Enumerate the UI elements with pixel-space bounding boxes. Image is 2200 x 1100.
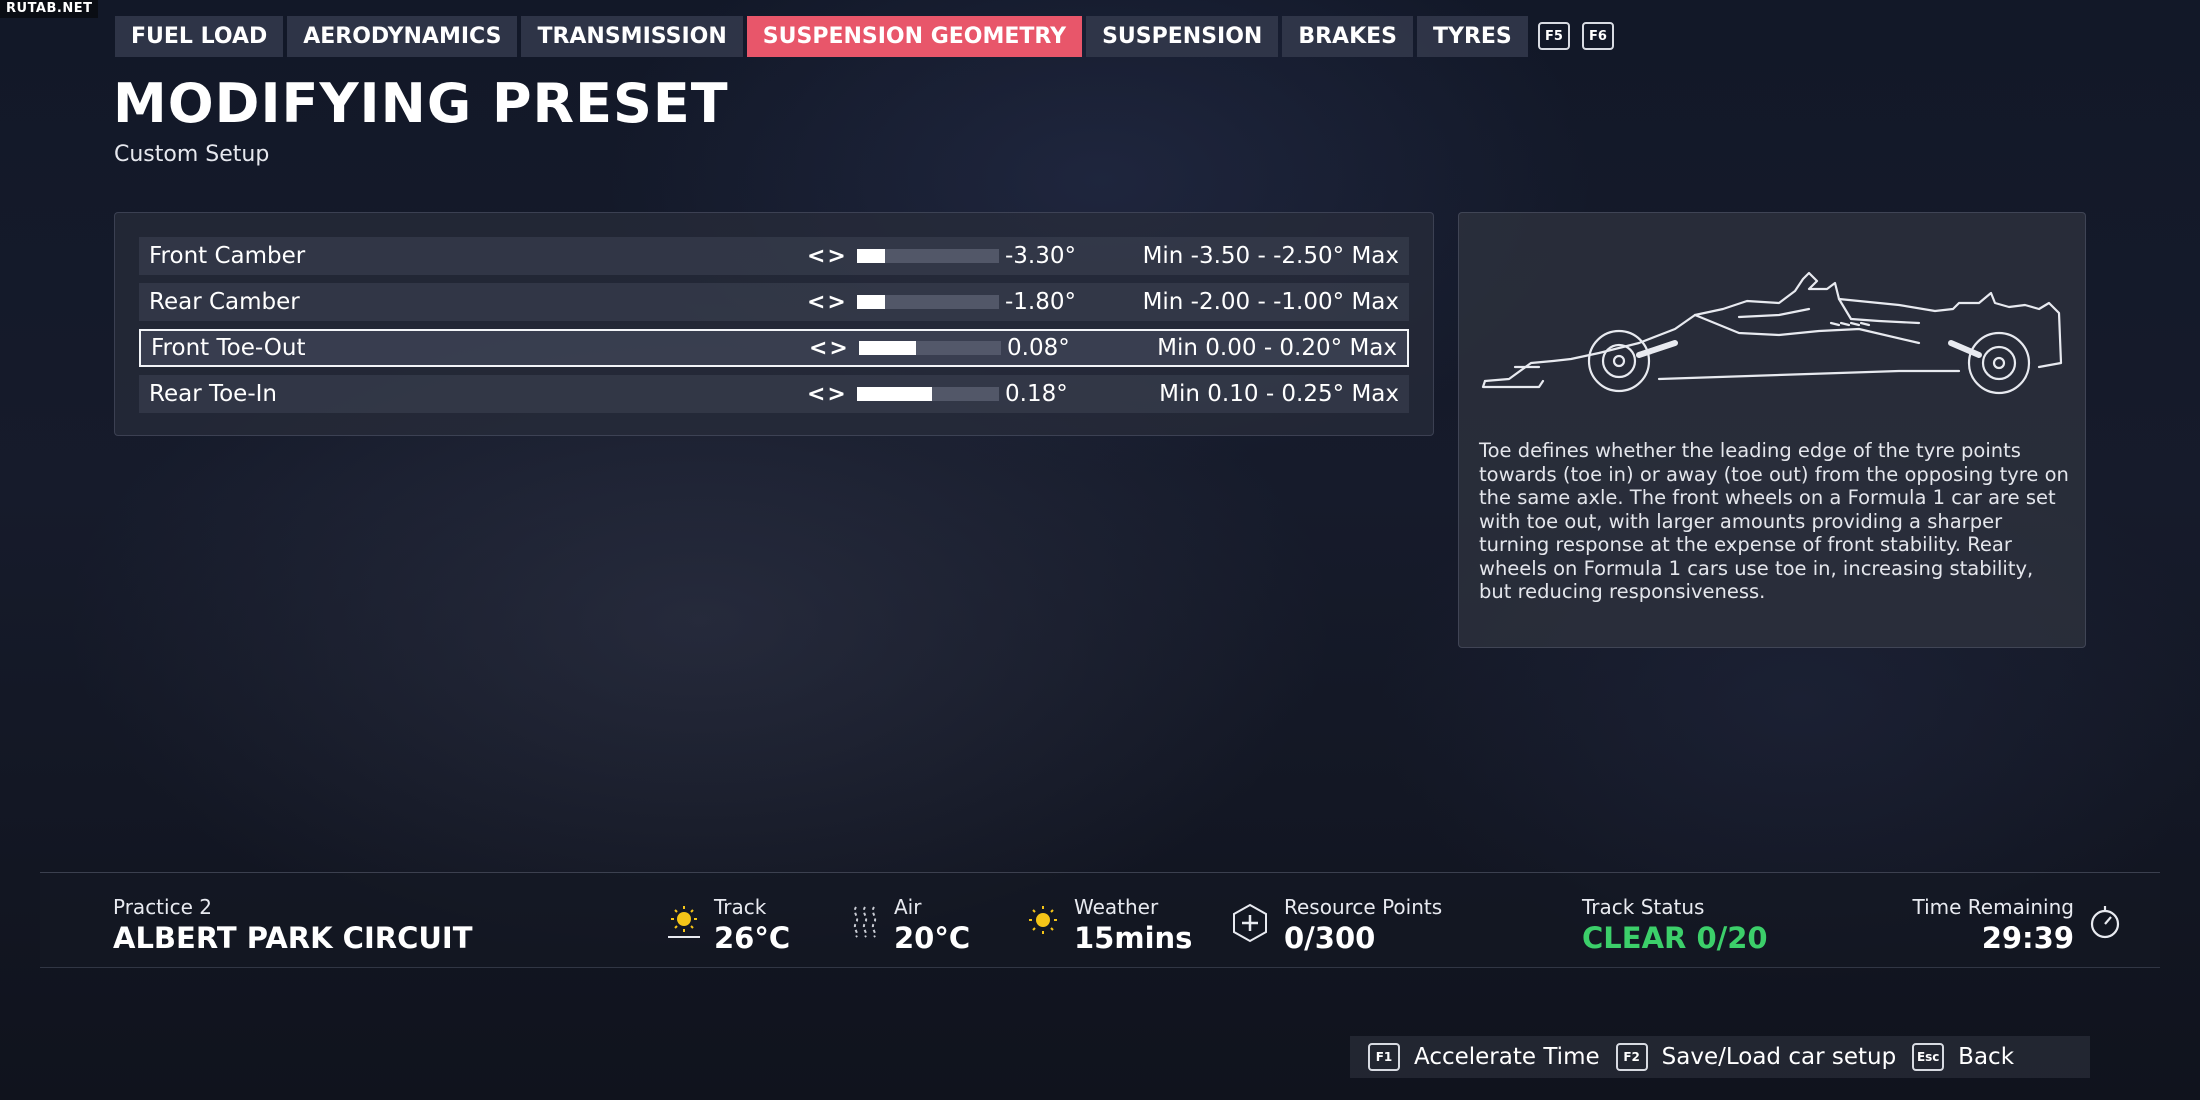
adjust-arrows-icon[interactable]: <>	[807, 382, 848, 407]
slider-fill	[857, 249, 886, 263]
setting-row-rear-camber[interactable]: Rear Camber <> -1.80° Min -2.00 - -1.00°…	[139, 283, 1409, 321]
tab-transmission[interactable]: TRANSMISSION	[521, 16, 743, 57]
back-label: Back	[1958, 1044, 2015, 1070]
weather-sun-icon	[1029, 906, 1057, 934]
air-temp-label: Air	[894, 895, 922, 919]
track-temp-value: 26°C	[714, 921, 791, 955]
air-heat-icon	[853, 906, 877, 938]
f2-key-hint: F2	[1615, 1043, 1648, 1071]
track-status-label: Track Status	[1582, 895, 1705, 919]
setting-value: 0.18°	[1005, 381, 1068, 407]
watermark: RUTAB.NET	[0, 0, 99, 18]
tab-aerodynamics[interactable]: AERODYNAMICS	[287, 16, 518, 57]
save-load-setup-button[interactable]: F2 Save/Load car setup	[1615, 1043, 1897, 1071]
setting-value: -3.30°	[1005, 243, 1077, 269]
tab-key-hints: F5 F6	[1538, 22, 1614, 50]
time-remaining: Time Remaining 29:39	[1864, 895, 2074, 955]
tab-fuel-load[interactable]: FUEL LOAD	[115, 16, 284, 57]
resource-points-icon	[1233, 903, 1267, 943]
sun-icon	[668, 906, 700, 938]
setting-label: Rear Camber	[149, 289, 300, 315]
back-button[interactable]: Esc Back	[1912, 1043, 2014, 1071]
track-temperature: Track 26°C	[714, 895, 790, 955]
weather-value: 15mins	[1074, 921, 1193, 955]
accelerate-time-button[interactable]: F1 Accelerate Time	[1368, 1043, 1600, 1071]
setting-row-front-toe-out[interactable]: Front Toe-Out <> 0.08° Min 0.00 - 0.20° …	[139, 329, 1409, 367]
circuit-name: ALBERT PARK CIRCUIT	[113, 921, 473, 955]
info-description: Toe defines whether the leading edge of …	[1479, 439, 2069, 603]
tab-bar: FUEL LOAD AERODYNAMICS TRANSMISSION SUSP…	[115, 16, 1528, 57]
info-panel: Toe defines whether the leading edge of …	[1458, 212, 2086, 648]
slider-fill	[859, 341, 916, 355]
setting-range: Min -3.50 - -2.50° Max	[1142, 243, 1399, 269]
setting-range: Min 0.00 - 0.20° Max	[1157, 335, 1397, 361]
setting-label: Rear Toe-In	[149, 381, 277, 407]
air-temp-value: 20°C	[894, 921, 971, 955]
save-load-setup-label: Save/Load car setup	[1661, 1044, 1897, 1070]
f5-key-hint[interactable]: F5	[1538, 22, 1570, 50]
setting-value: 0.08°	[1007, 335, 1070, 361]
tab-brakes[interactable]: BRAKES	[1282, 16, 1413, 57]
time-remaining-value: 29:39	[1981, 921, 2074, 955]
adjust-arrows-icon[interactable]: <>	[807, 290, 848, 315]
weather: Weather 15mins	[1074, 895, 1192, 955]
settings-panel: Front Camber <> -3.30° Min -3.50 - -2.50…	[114, 212, 1434, 436]
stopwatch-icon	[2090, 906, 2120, 939]
accelerate-time-label: Accelerate Time	[1414, 1044, 1600, 1070]
slider-fill	[857, 387, 933, 401]
session-status-bar: Practice 2 ALBERT PARK CIRCUIT Track 26°…	[40, 872, 2160, 968]
setting-label: Front Camber	[149, 243, 306, 269]
setting-value: -1.80°	[1005, 289, 1077, 315]
esc-key-hint: Esc	[1912, 1043, 1945, 1071]
resource-points-label: Resource Points	[1284, 895, 1443, 919]
value-slider[interactable]	[857, 387, 999, 401]
setting-row-rear-toe-in[interactable]: Rear Toe-In <> 0.18° Min 0.10 - 0.25° Ma…	[139, 375, 1409, 413]
f1-key-hint: F1	[1368, 1043, 1400, 1071]
weather-label: Weather	[1074, 895, 1159, 919]
track-status: Track Status CLEAR 0/20	[1582, 895, 1768, 955]
session-label: Practice 2	[113, 895, 212, 919]
tab-suspension[interactable]: SUSPENSION	[1086, 16, 1279, 57]
setting-range: Min 0.10 - 0.25° Max	[1159, 381, 1399, 407]
f1-car-diagram-icon	[1481, 271, 2063, 395]
adjust-arrows-icon[interactable]: <>	[809, 336, 850, 361]
resource-points: Resource Points 0/300	[1284, 895, 1442, 955]
setting-row-front-camber[interactable]: Front Camber <> -3.30° Min -3.50 - -2.50…	[139, 237, 1409, 275]
setting-label: Front Toe-Out	[151, 335, 306, 361]
adjust-arrows-icon[interactable]: <>	[807, 244, 848, 269]
value-slider[interactable]	[857, 295, 999, 309]
air-temperature: Air 20°C	[894, 895, 970, 955]
value-slider[interactable]	[859, 341, 1001, 355]
session-info: Practice 2 ALBERT PARK CIRCUIT	[113, 895, 472, 955]
resource-points-value: 0/300	[1284, 921, 1376, 955]
page-subtitle: Custom Setup	[114, 142, 270, 167]
setting-range: Min -2.00 - -1.00° Max	[1142, 289, 1399, 315]
f6-key-hint[interactable]: F6	[1582, 22, 1614, 50]
slider-fill	[857, 295, 886, 309]
tab-tyres[interactable]: TYRES	[1417, 16, 1528, 57]
track-status-value: CLEAR 0/20	[1582, 921, 1768, 955]
value-slider[interactable]	[857, 249, 999, 263]
page-title: MODIFYING PRESET	[113, 72, 729, 135]
time-remaining-label: Time Remaining	[1912, 895, 2074, 919]
track-temp-label: Track	[714, 895, 767, 919]
footer-controls: F1 Accelerate Time F2 Save/Load car setu…	[1350, 1036, 2090, 1078]
tab-suspension-geometry[interactable]: SUSPENSION GEOMETRY	[746, 16, 1083, 57]
